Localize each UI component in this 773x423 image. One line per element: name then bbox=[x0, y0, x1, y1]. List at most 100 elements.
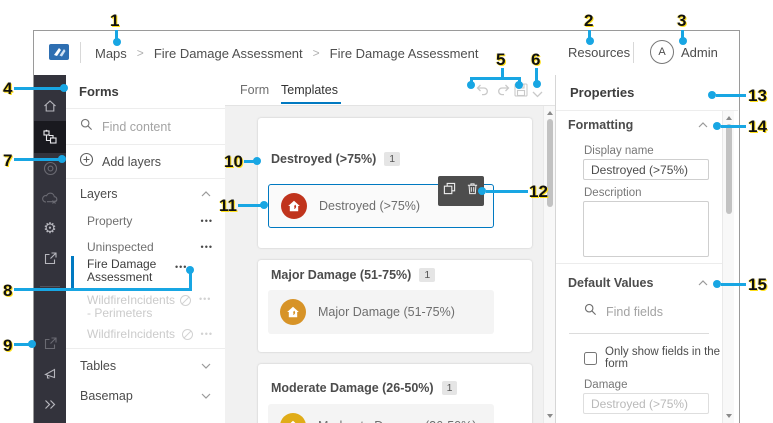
callout-14: 14 bbox=[748, 117, 767, 136]
callout-line bbox=[14, 288, 192, 291]
moderate-damage-symbol-icon bbox=[280, 413, 306, 423]
external-link-icon[interactable] bbox=[34, 328, 66, 358]
template-card-major[interactable]: Major Damage (51-75%) bbox=[268, 290, 494, 334]
group-title: Major Damage (51-75%) bbox=[271, 268, 412, 282]
overflow-menu-icon[interactable]: ••• bbox=[201, 329, 213, 339]
description-field[interactable] bbox=[583, 201, 709, 257]
damage-field-label: Damage bbox=[584, 379, 628, 391]
tables-section-header[interactable]: Tables bbox=[66, 351, 225, 381]
forms-icon[interactable] bbox=[34, 121, 66, 153]
section-divider bbox=[66, 348, 225, 349]
breadcrumb-separator-icon: > bbox=[136, 46, 144, 60]
field-maps-logo-icon[interactable] bbox=[48, 41, 70, 68]
callout-dot bbox=[467, 81, 475, 89]
template-card-moderate[interactable]: Moderate Damage (26-50%) bbox=[268, 404, 494, 423]
basemap-section-label: Basemap bbox=[80, 389, 133, 403]
properties-scrollbar[interactable] bbox=[722, 111, 734, 423]
callout-10: 10 bbox=[224, 152, 243, 171]
display-name-field[interactable] bbox=[583, 159, 709, 180]
share-icon[interactable] bbox=[34, 243, 66, 273]
default-values-section-label: Default Values bbox=[568, 276, 654, 290]
undo-icon[interactable] bbox=[475, 82, 491, 103]
callout-line bbox=[716, 94, 746, 97]
layers-section-header[interactable]: Layers bbox=[66, 179, 225, 208]
templates-scrollbar[interactable] bbox=[543, 106, 555, 423]
only-show-fields-checkbox-row[interactable]: Only show fields in the form bbox=[584, 346, 738, 370]
formatting-section-header[interactable]: Formatting bbox=[568, 118, 708, 132]
chevron-up-icon bbox=[201, 190, 211, 197]
checkbox-label: Only show fields in the form bbox=[605, 346, 721, 370]
callout-dot bbox=[533, 80, 541, 88]
callout-4: 4 bbox=[3, 79, 13, 98]
scroll-up-icon[interactable] bbox=[546, 111, 553, 115]
layer-row-fire-damage-assessment[interactable]: Fire Damage Assessment ••• bbox=[66, 255, 225, 291]
layers-section-label: Layers bbox=[80, 186, 118, 201]
description-label: Description bbox=[584, 187, 642, 199]
damage-field-value[interactable] bbox=[583, 393, 709, 414]
overflow-menu-icon[interactable]: ••• bbox=[201, 242, 213, 252]
tab-form[interactable]: Form bbox=[240, 75, 269, 105]
default-values-section-header[interactable]: Default Values bbox=[568, 276, 708, 290]
search-underline bbox=[569, 333, 709, 334]
app-header: Maps > Fire Damage Assessment > Fire Dam… bbox=[34, 31, 737, 76]
offline-icon[interactable] bbox=[34, 183, 66, 213]
settings-icon[interactable]: ⚙ bbox=[34, 213, 66, 243]
layer-row-wildfire-incidents[interactable]: WildfireIncidents ••• bbox=[66, 322, 225, 346]
overflow-menu-icon[interactable]: ••• bbox=[201, 216, 213, 226]
callout-dot bbox=[60, 84, 68, 92]
basemap-section-header[interactable]: Basemap bbox=[66, 381, 225, 411]
chevron-down-icon bbox=[201, 363, 211, 369]
selected-layer-indicator bbox=[71, 256, 74, 290]
scroll-down-icon[interactable] bbox=[546, 414, 553, 418]
resources-link[interactable]: Resources bbox=[568, 31, 630, 75]
add-layers-button[interactable]: Add layers bbox=[66, 146, 225, 179]
breadcrumb-maps[interactable]: Maps bbox=[95, 46, 127, 61]
count-badge: 1 bbox=[441, 381, 458, 395]
scroll-up-icon[interactable] bbox=[725, 116, 732, 120]
callout-7: 7 bbox=[3, 151, 13, 170]
forms-panel-title: Forms bbox=[79, 84, 119, 99]
major-damage-symbol-icon bbox=[280, 299, 306, 325]
expand-icon[interactable] bbox=[34, 389, 66, 419]
search-placeholder: Find fields bbox=[606, 305, 663, 319]
tab-templates[interactable]: Templates bbox=[281, 75, 338, 105]
avatar[interactable]: A bbox=[650, 40, 674, 64]
group-title: Moderate Damage (26-50%) bbox=[271, 381, 434, 395]
callout-12: 12 bbox=[529, 182, 548, 201]
add-circle-icon bbox=[79, 152, 94, 172]
not-allowed-icon bbox=[181, 328, 194, 341]
find-fields-search[interactable]: Find fields bbox=[584, 303, 663, 321]
callout-dot bbox=[708, 91, 716, 99]
template-group-moderate: Moderate Damage (26-50%) 1 Moderate Dama… bbox=[258, 364, 532, 423]
forms-panel: Forms Find content Add layers Layers Pro… bbox=[66, 75, 226, 423]
only-show-fields-checkbox[interactable] bbox=[584, 351, 597, 365]
duplicate-icon[interactable] bbox=[443, 182, 456, 200]
callout-line bbox=[14, 87, 62, 90]
overflow-menu-icon[interactable]: ••• bbox=[199, 294, 211, 304]
user-menu-admin[interactable]: Admin bbox=[681, 31, 718, 75]
template-label: Major Damage (51-75%) bbox=[318, 305, 455, 319]
find-content-search[interactable]: Find content bbox=[66, 109, 225, 145]
callout-11: 11 bbox=[219, 196, 237, 215]
breadcrumb-map-name[interactable]: Fire Damage Assessment bbox=[154, 46, 303, 61]
formatting-section-label: Formatting bbox=[568, 118, 634, 132]
layer-row-property[interactable]: Property ••• bbox=[66, 208, 225, 234]
group-title: Destroyed (>75%) bbox=[271, 152, 377, 166]
feedback-icon[interactable] bbox=[34, 358, 66, 388]
templates-panel: Form Templates Destroyed (>75%) 1 Destro… bbox=[225, 75, 555, 423]
count-badge: 1 bbox=[419, 268, 436, 282]
home-icon[interactable] bbox=[34, 91, 66, 121]
redo-icon[interactable] bbox=[495, 82, 511, 103]
callout-9: 9 bbox=[3, 336, 13, 355]
scrollbar-thumb[interactable] bbox=[725, 124, 732, 214]
breadcrumb-separator-icon: > bbox=[312, 46, 320, 60]
callout-line bbox=[189, 272, 192, 290]
chevron-down-icon bbox=[201, 393, 211, 399]
chevron-up-icon bbox=[698, 122, 708, 128]
header-divider bbox=[633, 42, 634, 63]
callout-dot bbox=[713, 122, 721, 130]
scroll-down-icon[interactable] bbox=[725, 414, 732, 418]
callout-line bbox=[721, 283, 746, 286]
search-icon bbox=[584, 303, 597, 321]
breadcrumb: Maps > Fire Damage Assessment > Fire Dam… bbox=[95, 31, 479, 75]
